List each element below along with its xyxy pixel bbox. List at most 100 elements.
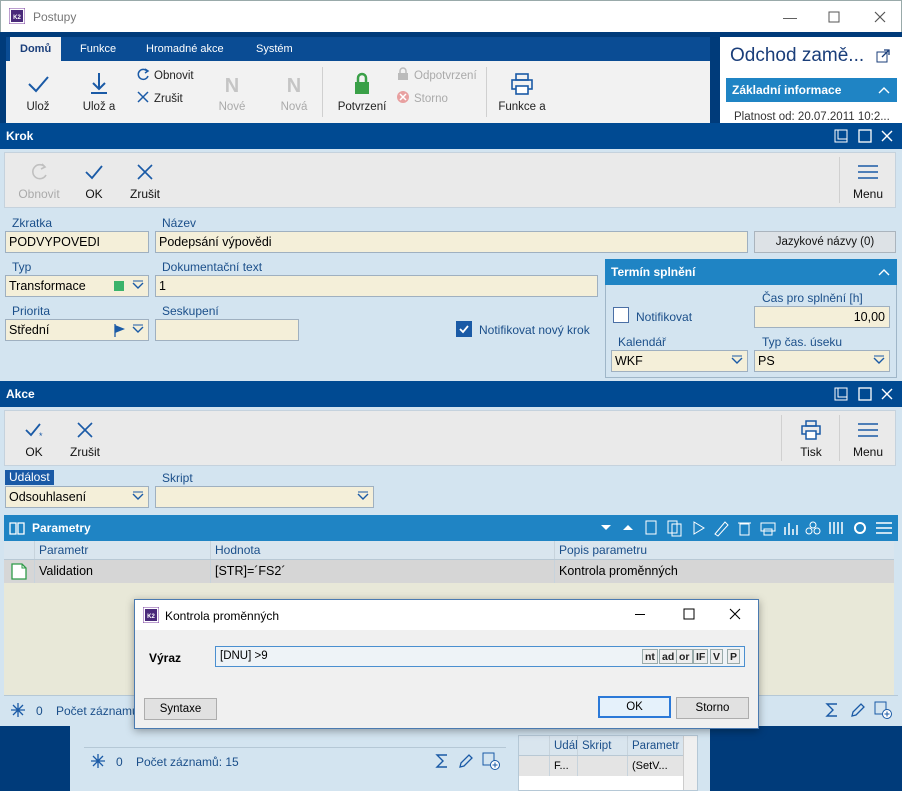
cell-parametr: Validation xyxy=(34,560,210,583)
save-and-button[interactable]: Ulož a xyxy=(76,71,122,113)
ribbon-separator xyxy=(486,67,487,117)
storno-button[interactable]: Storno xyxy=(396,89,448,109)
close-icon[interactable] xyxy=(729,608,741,620)
notify-checkbox[interactable] xyxy=(613,307,629,323)
print-button[interactable]: Tisk xyxy=(793,419,829,459)
save-button[interactable]: Ulož xyxy=(18,71,58,113)
confirm-button[interactable]: Potvrzení xyxy=(332,71,392,113)
tab-funkce[interactable]: Funkce xyxy=(70,37,126,61)
column-header[interactable]: Skript xyxy=(577,736,627,755)
refresh-button[interactable]: Obnovit xyxy=(13,161,65,201)
typ-select[interactable]: Transformace xyxy=(5,275,149,297)
expression-input[interactable]: [DNU] >9 nt ad or IF V P xyxy=(215,646,745,667)
deadline-header[interactable]: Termín splnění xyxy=(605,259,897,285)
akce-toolbar: * OK Zrušit Tisk Menu xyxy=(4,410,896,466)
language-names-button[interactable]: Jazykové názvy (0) xyxy=(754,231,896,253)
nazev-field[interactable]: Podepsání výpovědi xyxy=(155,231,748,253)
toolbar-separator xyxy=(839,157,840,203)
cancel-button[interactable]: Zrušit xyxy=(136,89,183,109)
doc-text-field[interactable]: 1 xyxy=(155,275,598,297)
syntax-button[interactable]: Syntaxe xyxy=(144,698,217,720)
snowflake-icon[interactable] xyxy=(90,753,106,769)
popout-icon[interactable] xyxy=(876,49,890,63)
tab-domu[interactable]: Domů xyxy=(10,37,62,61)
add-record-icon[interactable] xyxy=(482,752,500,770)
svg-text:*: * xyxy=(39,431,43,441)
token-button-nt[interactable]: nt xyxy=(642,649,658,664)
minimize-icon[interactable]: — xyxy=(782,9,798,25)
cancel-button[interactable]: Zrušit xyxy=(65,419,105,459)
unconfirm-button[interactable]: Odpotvrzení xyxy=(396,66,477,86)
close-icon[interactable] xyxy=(880,387,894,401)
sum-icon[interactable] xyxy=(824,702,840,718)
refresh-button[interactable]: Obnovit xyxy=(136,66,194,86)
token-button-and[interactable]: ad xyxy=(659,649,678,664)
cell: F... xyxy=(549,756,577,776)
column-header[interactable]: Hodnota xyxy=(210,541,554,559)
svg-text:K2: K2 xyxy=(147,614,155,620)
calendar-select[interactable]: WKF xyxy=(611,350,748,372)
column-header[interactable]: Popis parametru xyxy=(554,541,894,559)
ok-button[interactable]: OK xyxy=(79,161,109,201)
close-icon[interactable] xyxy=(880,129,894,143)
column-header[interactable]: Parametr xyxy=(627,736,683,755)
time-field[interactable]: 10,00 xyxy=(754,306,890,328)
book-icon xyxy=(9,520,25,536)
menu-button[interactable]: Menu xyxy=(847,161,889,201)
close-icon[interactable] xyxy=(872,9,888,25)
add-record-icon[interactable] xyxy=(874,701,892,719)
minimize-icon[interactable] xyxy=(635,614,645,615)
maximize-icon[interactable] xyxy=(683,608,695,620)
dropdown-icon[interactable] xyxy=(131,324,145,336)
section-header[interactable]: Základní informace xyxy=(726,78,897,102)
token-button-or[interactable]: or xyxy=(676,649,693,664)
maximize-icon[interactable] xyxy=(826,9,842,25)
dropdown-icon[interactable] xyxy=(872,355,886,367)
new-alt-button[interactable]: N Nová xyxy=(274,71,314,113)
notify-new-checkbox[interactable] xyxy=(456,321,472,337)
cell: (SetV... xyxy=(627,756,683,776)
period-select[interactable]: PS xyxy=(754,350,890,372)
dropdown-icon[interactable] xyxy=(131,491,145,503)
udalost-select[interactable]: Odsouhlasení xyxy=(5,486,149,508)
chevron-up-icon[interactable] xyxy=(877,259,891,285)
new-button[interactable]: N Nové xyxy=(212,71,252,113)
cancel-button[interactable]: Zrušit xyxy=(125,161,165,201)
skript-select[interactable] xyxy=(155,486,374,508)
table-row[interactable]: F... (SetV... xyxy=(519,756,697,776)
maximize-icon[interactable] xyxy=(858,129,872,143)
edit-icon[interactable] xyxy=(850,702,866,718)
storno-button[interactable]: Storno xyxy=(676,697,749,719)
scrollbar[interactable] xyxy=(683,736,697,790)
dropdown-icon[interactable] xyxy=(131,280,145,292)
chevron-up-icon[interactable] xyxy=(877,78,891,102)
restore-icon[interactable] xyxy=(834,387,848,401)
app-logo-icon: K2 xyxy=(9,8,25,24)
skript-label: Skript xyxy=(162,471,193,485)
token-button-if[interactable]: IF xyxy=(693,649,709,664)
seskupeni-field[interactable] xyxy=(155,319,299,341)
restore-icon[interactable] xyxy=(834,129,848,143)
functions-button[interactable]: Funkce a xyxy=(494,71,550,113)
ok-button[interactable]: OK xyxy=(598,696,671,718)
token-button-v[interactable]: V xyxy=(710,649,724,664)
maximize-icon[interactable] xyxy=(858,387,872,401)
edit-icon[interactable] xyxy=(458,753,474,769)
snowflake-icon[interactable] xyxy=(10,702,26,718)
zkratka-field[interactable]: PODVYPOVEDI xyxy=(5,231,149,253)
dropdown-icon[interactable] xyxy=(730,355,744,367)
ribbon: Ulož Ulož a Obnovit Zrušit N Nové N Nová… xyxy=(6,61,710,123)
ok-button[interactable]: * OK xyxy=(19,419,49,459)
table-row[interactable]: Validation [STR]=´FS2´ Kontrola proměnný… xyxy=(4,560,894,583)
priorita-select[interactable]: Střední xyxy=(5,319,149,341)
column-header[interactable]: Událo xyxy=(549,736,577,755)
menu-button[interactable]: Menu xyxy=(847,419,889,459)
sum-icon[interactable] xyxy=(434,753,450,769)
tab-hromadne-akce[interactable]: Hromadné akce xyxy=(136,37,234,61)
token-button-p[interactable]: P xyxy=(727,649,741,664)
dropdown-icon[interactable] xyxy=(356,491,370,503)
tab-system[interactable]: Systém xyxy=(246,37,303,61)
lock-icon xyxy=(396,67,410,81)
column-header[interactable]: Parametr xyxy=(34,541,210,559)
printer-icon xyxy=(800,419,822,441)
